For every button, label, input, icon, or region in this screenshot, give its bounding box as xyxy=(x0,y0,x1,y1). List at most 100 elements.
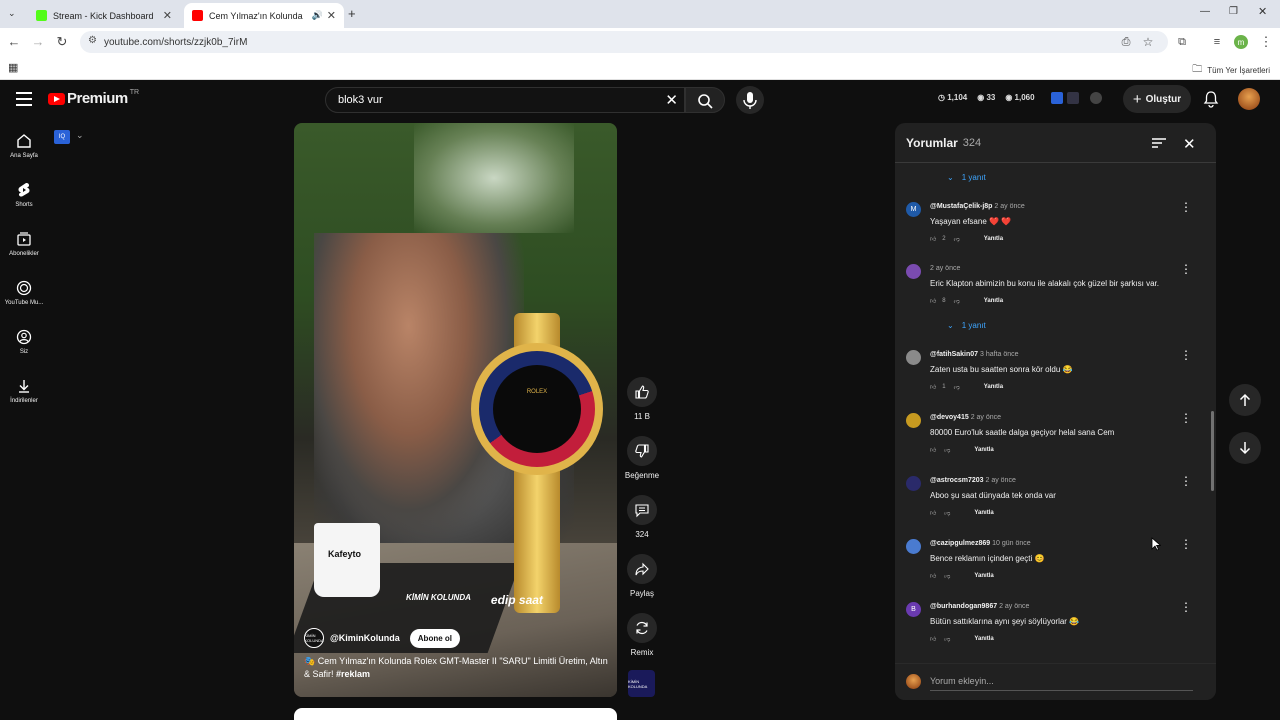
add-comment-box[interactable]: Yorum ekleyin... xyxy=(895,663,1216,700)
thumbs-down-icon[interactable]: 👎︎ xyxy=(944,635,950,643)
clear-search-icon[interactable]: ✕ xyxy=(665,91,678,109)
remix-action[interactable]: Remix xyxy=(620,613,664,672)
sidebar-item-youtube-music[interactable]: YouTube Mu... xyxy=(0,275,48,324)
comment-time[interactable]: 2 ay önce xyxy=(994,203,1024,210)
new-tab-icon[interactable]: + xyxy=(348,6,356,21)
thumbs-up-icon[interactable]: 👍︎ xyxy=(930,383,936,391)
thumbs-up-icon[interactable]: 👍︎ xyxy=(930,509,936,517)
more-options-icon[interactable]: ⋮ xyxy=(1180,412,1192,424)
thumbs-up-icon[interactable]: 👍︎ xyxy=(930,297,936,305)
sidebar-item-you[interactable]: Siz xyxy=(0,324,48,373)
caption-hashtag[interactable]: #reklam xyxy=(336,669,370,679)
comment-author[interactable]: @devoy415 xyxy=(930,414,969,421)
channel-avatar[interactable]: KİMİN KOLUNDA xyxy=(304,628,324,648)
menu-icon[interactable] xyxy=(16,92,32,106)
commenter-avatar[interactable]: M xyxy=(906,202,921,217)
window-close-icon[interactable]: ✕ xyxy=(1258,5,1267,18)
restore-icon[interactable]: ❐ xyxy=(1229,6,1238,17)
create-button[interactable]: + Oluştur xyxy=(1123,85,1191,113)
site-info-icon[interactable]: ⚙ xyxy=(88,35,97,46)
replies-toggle[interactable]: ⌄ 1 yanıt xyxy=(947,321,986,330)
extension-icon[interactable] xyxy=(1067,92,1079,104)
thumbs-up-icon[interactable]: 👍︎ xyxy=(930,635,936,643)
more-options-icon[interactable]: ⋮ xyxy=(1180,201,1192,213)
sidebar-item-subscriptions[interactable]: Abonelikler xyxy=(0,226,48,275)
comment-time[interactable]: 2 ay önce xyxy=(930,265,960,272)
sidebar-item-downloads[interactable]: İndirilenler xyxy=(0,373,48,422)
more-options-icon[interactable]: ⋮ xyxy=(1180,263,1192,275)
thumbs-down-icon[interactable]: 👎︎ xyxy=(944,446,950,454)
short-video-player[interactable]: Kafeyto ROLEX KİMİN KOLUNDA edip saat Kİ… xyxy=(294,123,617,697)
reply-button[interactable]: Yanıtla xyxy=(974,510,993,516)
thumbs-down-icon[interactable]: 👎︎ xyxy=(954,383,960,391)
notifications-bell-icon[interactable] xyxy=(1202,90,1220,108)
comments-action[interactable]: 324 xyxy=(620,495,664,554)
sidebar-item-shorts[interactable]: Shorts xyxy=(0,177,48,226)
more-options-icon[interactable]: ⋮ xyxy=(1180,475,1192,487)
tab-kick-dashboard[interactable]: Stream - Kick Dashboard ✕ xyxy=(28,3,180,28)
comment-time[interactable]: 2 ay önce xyxy=(971,414,1001,421)
thumbs-down-icon[interactable]: 👎︎ xyxy=(944,572,950,580)
bookmark-star-icon[interactable]: ☆ xyxy=(1140,34,1156,50)
comment-time[interactable]: 10 gün önce xyxy=(992,540,1031,547)
commenter-avatar[interactable] xyxy=(906,539,921,554)
address-bar[interactable]: ⚙ youtube.com/shorts/zzjk0b_7irM xyxy=(80,31,1168,53)
extensions-icon[interactable]: ⧉ xyxy=(1174,34,1190,50)
voice-search-button[interactable] xyxy=(736,86,764,114)
search-button[interactable] xyxy=(685,87,725,113)
comment-author[interactable]: @burhandogan9867 xyxy=(930,603,997,610)
commenter-avatar[interactable] xyxy=(906,264,921,279)
minimize-icon[interactable]: — xyxy=(1200,6,1210,17)
install-app-icon[interactable]: ⎙ xyxy=(1118,34,1134,50)
subscribe-button[interactable]: Abone ol xyxy=(409,628,460,648)
user-avatar[interactable] xyxy=(1238,88,1260,110)
profile-avatar[interactable]: m xyxy=(1234,35,1248,49)
youtube-premium-logo[interactable]: Premium TR xyxy=(48,89,139,107)
media-control-icon[interactable]: ≡ xyxy=(1209,34,1225,50)
thumbs-down-icon[interactable]: 👎︎ xyxy=(954,235,960,243)
tab-youtube-short[interactable]: Cem Yılmaz'ın Kolunda 🔊 ✕ xyxy=(184,3,344,28)
reply-button[interactable]: Yanıtla xyxy=(984,236,1003,242)
more-options-icon[interactable]: ⋮ xyxy=(1180,601,1192,613)
tab-close-icon[interactable]: ✕ xyxy=(327,9,336,22)
thumbs-down-icon[interactable]: 👎︎ xyxy=(944,509,950,517)
comment-time[interactable]: 3 hafta önce xyxy=(980,351,1019,358)
comment-time[interactable]: 2 ay önce xyxy=(985,477,1015,484)
commenter-avatar[interactable] xyxy=(906,413,921,428)
reply-button[interactable]: Yanıtla xyxy=(974,447,993,453)
extension-icon[interactable] xyxy=(1090,92,1102,104)
next-short-button[interactable] xyxy=(1229,432,1261,464)
sidebar-item-home[interactable]: Ana Sayfa xyxy=(0,128,48,177)
sort-icon[interactable] xyxy=(1152,137,1166,149)
channel-name[interactable]: @KiminKolunda xyxy=(330,633,400,643)
thumbs-up-icon[interactable]: 👍︎ xyxy=(930,446,936,454)
search-input[interactable]: blok3 vur ✕ xyxy=(325,87,685,113)
commenter-avatar[interactable] xyxy=(906,476,921,491)
comment-author[interactable]: @astrocsm7203 xyxy=(930,477,984,484)
more-options-icon[interactable]: ⋮ xyxy=(1180,538,1192,550)
comment-author[interactable]: @cazipgulmez869 xyxy=(930,540,990,547)
tab-close-icon[interactable]: ✕ xyxy=(163,9,172,22)
share-action[interactable]: Paylaş xyxy=(620,554,664,613)
forward-icon[interactable]: → xyxy=(30,34,46,50)
thumbs-up-icon[interactable]: 👍︎ xyxy=(930,572,936,580)
sound-channel-thumbnail[interactable]: KİMİN KOLUNDA xyxy=(628,670,655,697)
video-caption[interactable]: 🎭 Cem Yılmaz'ın Kolunda Rolex GMT-Master… xyxy=(304,655,609,681)
reply-button[interactable]: Yanıtla xyxy=(974,573,993,579)
comment-time[interactable]: 2 ay önce xyxy=(999,603,1029,610)
next-short-preview[interactable] xyxy=(294,708,617,720)
back-icon[interactable]: ← xyxy=(6,34,22,50)
thumbs-down-icon[interactable]: 👎︎ xyxy=(954,297,960,305)
like-action[interactable]: 11 B xyxy=(620,377,664,436)
extension-chip[interactable]: IQ ⌄ xyxy=(54,128,90,148)
previous-short-button[interactable] xyxy=(1229,384,1261,416)
commenter-avatar[interactable] xyxy=(906,350,921,365)
audio-playing-icon[interactable]: 🔊 xyxy=(312,10,323,21)
extension-icon[interactable] xyxy=(1051,92,1063,104)
dislike-action[interactable]: Beğenme xyxy=(620,436,664,495)
browser-menu-icon[interactable]: ⋮ xyxy=(1258,34,1274,50)
reply-button[interactable]: Yanıtla xyxy=(974,636,993,642)
tab-search-icon[interactable]: ⌄ xyxy=(8,8,16,19)
comment-author[interactable]: @fatihSakin07 xyxy=(930,351,978,358)
reload-icon[interactable]: ↻ xyxy=(54,34,70,50)
